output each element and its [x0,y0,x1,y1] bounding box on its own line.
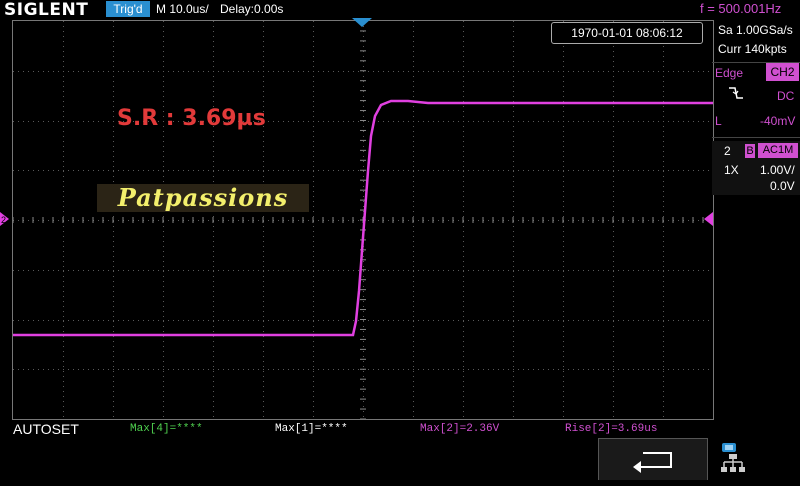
sample-rate: Sa 1.00GSa/s [718,23,793,37]
trigger-coupling: DC [777,89,795,103]
slew-rate-annotation: S.R : 3.69µs [117,106,266,131]
svg-text:2: 2 [1,215,6,225]
back-button[interactable] [598,438,708,480]
watermark: Patpassions [97,184,309,212]
network-icon [721,443,745,472]
channel2-offset-marker[interactable]: 2 [0,212,10,226]
vertical-offset: 0.0V [770,179,795,193]
bandwidth-limit-badge: B [745,144,755,158]
falling-edge-icon [729,87,743,99]
measurement-rise2: Rise[2]=3.69us [565,423,658,435]
memory-depth: Curr 140kpts [718,42,787,56]
trigger-status-badge: Trig'd [106,1,150,17]
trigger-source-badge: CH2 [766,63,799,81]
trigger-level-marker[interactable] [703,212,713,226]
measurement-max4: Max[4]=**** [130,423,203,435]
vertical-scale: 1.00V/ [760,163,795,177]
autoset-label: AUTOSET [13,421,79,437]
trigger-level-label: L [715,114,722,128]
datetime-display: 1970-01-01 08:06:12 [551,22,703,44]
delay-readout[interactable]: Delay:0.00s [220,2,283,16]
frequency-readout: f = 500.001Hz [700,1,782,16]
measurement-max2: Max[2]=2.36V [420,423,500,435]
return-arrow-icon [633,452,672,473]
measurement-max1: Max[1]=**** [275,423,348,435]
probe-attenuation: 1X [724,163,739,177]
trigger-level-value: -40mV [760,114,796,128]
waveform-display[interactable] [12,20,714,420]
brand-logo: SIGLENT [4,0,89,20]
channel-coupling-badge: AC1M [758,143,798,158]
trigger-position-marker[interactable] [352,18,372,28]
timebase-readout[interactable]: M 10.0us/ [156,2,209,16]
channel-number: 2 [724,144,731,158]
trigger-type: Edge [715,66,744,80]
graticule [13,21,713,419]
